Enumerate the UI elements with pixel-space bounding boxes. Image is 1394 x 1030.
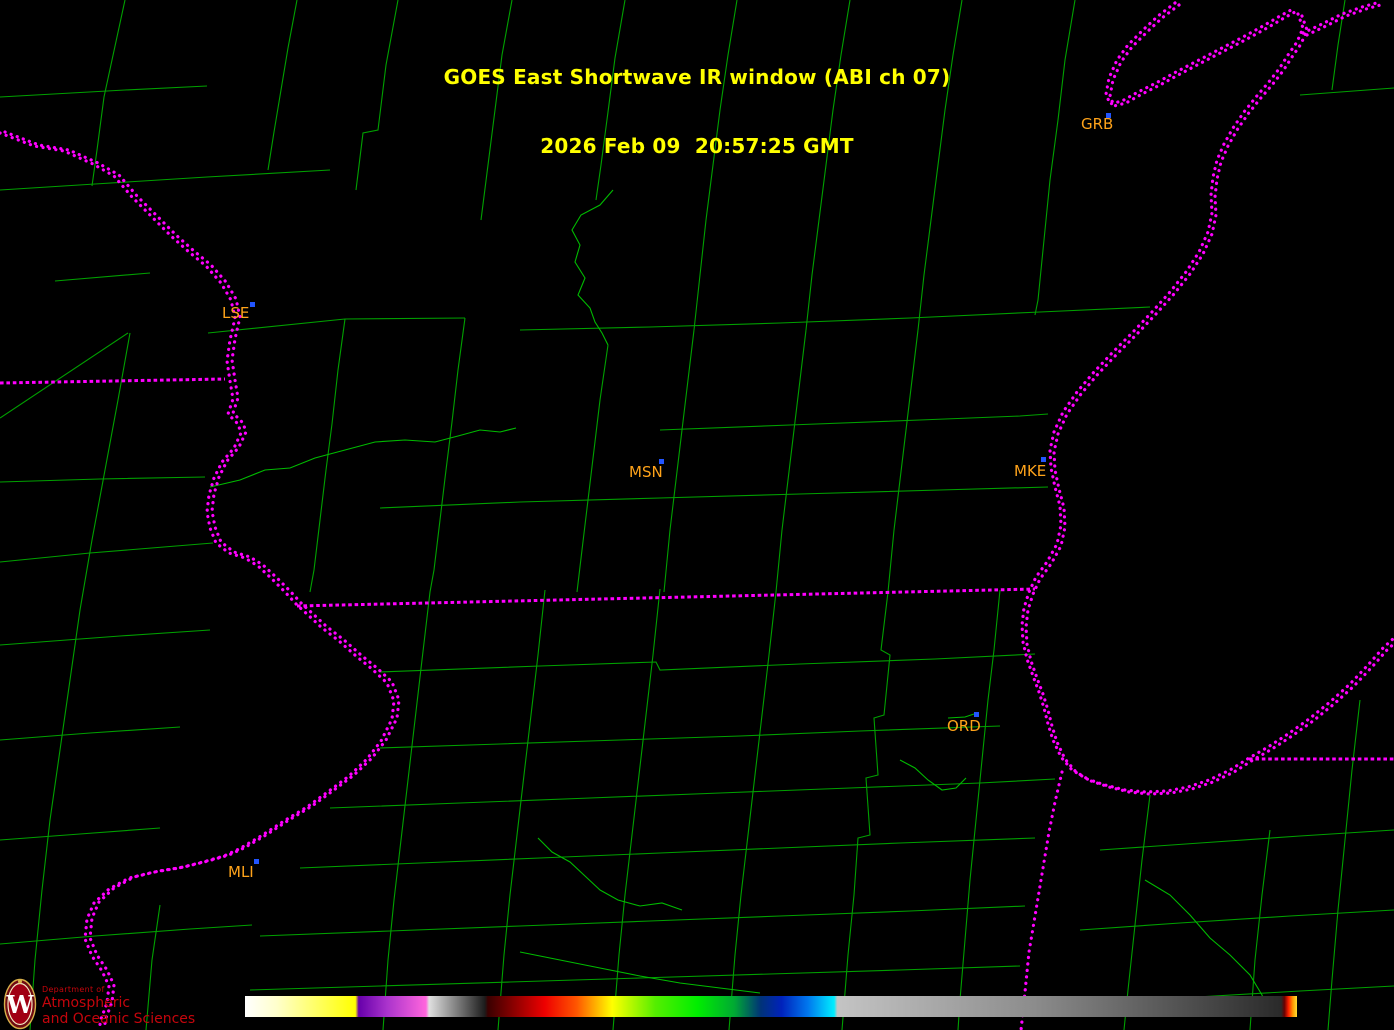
rivers-layer <box>210 190 1270 1015</box>
uw-monogram: W <box>6 990 35 1019</box>
river-lines <box>210 190 1270 1015</box>
river-county-edge <box>5 132 399 1029</box>
satellite-image-viewport: GOES East Shortwave IR window (ABI ch 07… <box>0 0 1394 1030</box>
wi-il-border <box>297 589 1035 606</box>
uw-aos-logo: W Department of Atmospheric and Oceanic … <box>3 978 195 1030</box>
logo-dept-line: Department of <box>42 986 195 994</box>
logo-name-line2: and Oceanic Sciences <box>42 1012 195 1026</box>
lake-michigan-shoreline <box>1022 2 1394 792</box>
station-marker-mli <box>254 859 259 864</box>
station-label-mke: MKE <box>1014 464 1046 479</box>
station-label-grb: GRB <box>1081 117 1113 132</box>
uw-crest-icon: W <box>3 978 37 1030</box>
mn-ia-border <box>0 379 225 383</box>
temperature-colorbar <box>245 996 1297 1017</box>
county-row-lines <box>0 86 1394 1005</box>
station-label-lse: LSE <box>222 306 249 321</box>
county-boundaries-rows-layer <box>0 86 1394 1005</box>
image-timestamp: 2026 Feb 09 20:57:25 GMT <box>444 135 951 158</box>
il-in-border <box>1021 772 1062 1030</box>
station-label-mli: MLI <box>228 865 254 880</box>
logo-name-line1: Atmospheric <box>42 996 195 1010</box>
uw-aos-logo-text: Department of Atmospheric and Oceanic Sc… <box>42 978 195 1026</box>
image-title-line1: GOES East Shortwave IR window (ABI ch 07… <box>444 66 951 89</box>
station-label-msn: MSN <box>629 465 663 480</box>
mississippi-river-border <box>0 133 394 1030</box>
station-marker-lse <box>250 302 255 307</box>
image-title: GOES East Shortwave IR window (ABI ch 07… <box>444 20 951 204</box>
station-label-ord: ORD <box>947 719 981 734</box>
